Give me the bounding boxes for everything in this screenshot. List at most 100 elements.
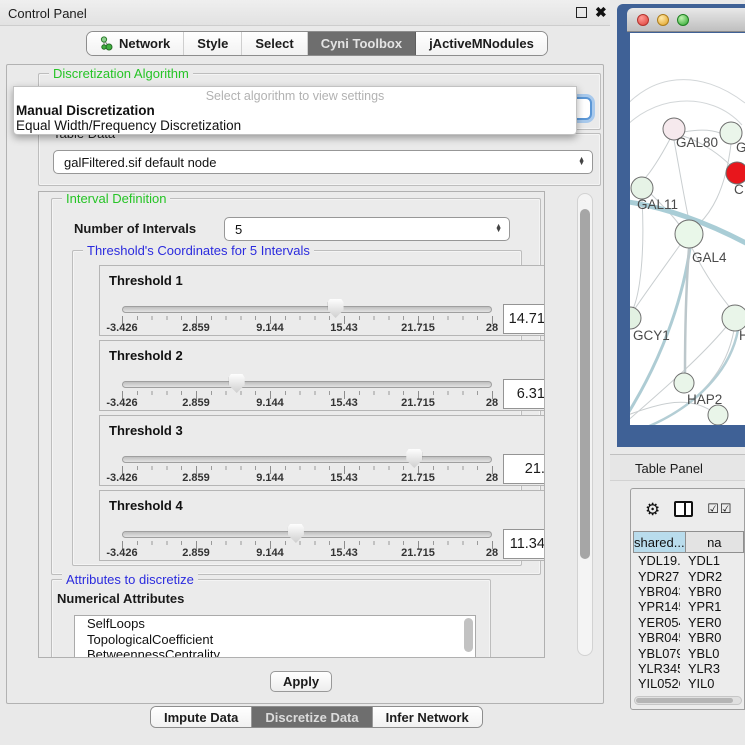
apply-button[interactable]: Apply	[270, 671, 332, 692]
threshold-value-field[interactable]: 6.316	[503, 379, 545, 409]
network-node-hap2[interactable]	[674, 373, 694, 393]
table-cell[interactable]: YER054C	[633, 615, 680, 630]
tab-label: Select	[255, 36, 293, 51]
checkbox-columns-icon[interactable]: ☑☑	[707, 501, 732, 517]
network-canvas[interactable]: GAL80GACGAL11GAL4GCY1HHAP2	[630, 33, 745, 425]
table-header-row: shared...na	[633, 531, 744, 553]
tick-label: 21.715	[401, 472, 435, 484]
table-cell[interactable]: YBR043C	[633, 584, 680, 599]
table-cell[interactable]: YLR3	[680, 661, 744, 676]
tick-label: 21.715	[401, 322, 435, 334]
attributes-list-scrollbar[interactable]	[464, 618, 473, 658]
threshold-panel: Threshold 1-3.4262.8599.14415.4321.71528…	[99, 265, 545, 336]
tab-jactivemnodules[interactable]: jActiveMNodules	[416, 32, 547, 55]
table-cell[interactable]: YPR1	[680, 599, 744, 614]
table-cell[interactable]: YDR27...	[633, 569, 680, 584]
minimize-traffic-light-icon[interactable]	[657, 14, 669, 26]
network-edge[interactable]	[693, 330, 734, 399]
network-node[interactable]	[708, 405, 728, 425]
tick-label: -3.426	[106, 322, 137, 334]
network-edge[interactable]	[684, 130, 720, 133]
table-row[interactable]: YBR045CYBR0	[633, 630, 744, 645]
table-cell[interactable]: YLR345W	[633, 661, 680, 676]
numerical-attributes-list[interactable]: SelfLoopsTopologicalCoefficientBetweenne…	[74, 615, 476, 658]
threshold-value-field[interactable]: 21.4	[503, 454, 545, 484]
table-cell[interactable]: YBR0	[680, 584, 744, 599]
node-label: C	[734, 182, 744, 197]
table-cell[interactable]: YBR0	[680, 630, 744, 645]
table-cell[interactable]: YIL0	[680, 676, 744, 691]
table-cell[interactable]: YBL0	[680, 646, 744, 661]
table-column-header[interactable]: shared...	[633, 531, 685, 553]
network-edge[interactable]	[630, 80, 745, 113]
table-row[interactable]: YIL052CYIL0	[633, 676, 744, 691]
table-row[interactable]: YDL19...YDL1	[633, 553, 744, 568]
threshold-value-field[interactable]: 14.713	[503, 304, 545, 334]
threshold-slider-track[interactable]	[122, 456, 492, 463]
split-columns-icon[interactable]	[674, 501, 693, 517]
table-cell[interactable]: YDL19...	[633, 553, 680, 568]
float-window-icon[interactable]	[576, 7, 587, 18]
table-cell[interactable]: YPR145W	[633, 599, 680, 614]
algorithm-option[interactable]: Equal Width/Frequency Discretization	[14, 118, 576, 133]
network-window-titlebar[interactable]	[627, 8, 745, 32]
table-row[interactable]: YBL079WYBL0	[633, 645, 744, 660]
slider-tick-labels: -3.4262.8599.14415.4321.71528	[122, 547, 492, 559]
table-panel-title: Table Panel	[635, 461, 703, 476]
network-edge[interactable]	[699, 144, 731, 224]
threshold-slider-track[interactable]	[122, 306, 492, 313]
close-icon[interactable]: ✖	[595, 4, 607, 21]
network-node-gcy1[interactable]	[630, 307, 641, 329]
table-cell[interactable]: YIL052C	[633, 676, 680, 691]
threshold-value-field[interactable]: 11.344	[503, 529, 545, 559]
panel-vertical-scrollbar[interactable]	[577, 193, 593, 656]
tab-network[interactable]: Network	[87, 32, 184, 55]
attribute-item[interactable]: TopologicalCoefficient	[75, 632, 475, 648]
bottom-tab-infer-network[interactable]: Infer Network	[373, 707, 482, 727]
attributes-group-title: Attributes to discretize	[62, 572, 198, 587]
threshold-panel: Threshold 2-3.4262.8599.14415.4321.71528…	[99, 340, 545, 411]
table-cell[interactable]: YBL079W	[633, 646, 680, 661]
table-row[interactable]: YDR27...YDR2	[633, 568, 744, 583]
tab-select[interactable]: Select	[242, 32, 307, 55]
table-cell[interactable]: YDR2	[680, 569, 744, 584]
table-row[interactable]: YER054CYER0	[633, 615, 744, 630]
network-node-gal11[interactable]	[631, 177, 653, 199]
node-label: GAL4	[692, 250, 727, 265]
table-column-header[interactable]: na	[685, 531, 744, 553]
network-node-c[interactable]	[726, 162, 745, 184]
table-row[interactable]: YLR345WYLR3	[633, 661, 744, 676]
zoom-traffic-light-icon[interactable]	[677, 14, 689, 26]
threshold-slider-track[interactable]	[122, 531, 492, 538]
table-row[interactable]: YBR043CYBR0	[633, 584, 744, 599]
table-cell[interactable]: YBR045C	[633, 630, 680, 645]
table-horizontal-scrollbar[interactable]	[634, 696, 742, 705]
number-of-intervals-combo[interactable]: 5 ▲▼	[224, 217, 510, 241]
network-edge[interactable]	[634, 245, 680, 310]
tick-label: 15.43	[330, 397, 358, 409]
network-edge[interactable]	[645, 139, 670, 178]
tab-label: Style	[197, 36, 228, 51]
table-panel-titlebar: Table Panel	[610, 454, 745, 481]
algorithm-option[interactable]: Manual Discretization	[14, 103, 576, 118]
table-data-combo[interactable]: galFiltered.sif default node ▲▼	[53, 150, 593, 174]
bottom-tab-discretize-data[interactable]: Discretize Data	[252, 707, 372, 727]
table-row[interactable]: YPR145WYPR1	[633, 599, 744, 614]
bottom-tab-impute-data[interactable]: Impute Data	[151, 707, 252, 727]
network-node-gal4[interactable]	[675, 220, 703, 248]
tab-cyni-toolbox[interactable]: Cyni Toolbox	[308, 32, 416, 55]
gear-icon[interactable]: ⚙	[645, 501, 660, 518]
interval-definition-title: Interval Definition	[62, 191, 170, 206]
tick-label: 9.144	[256, 547, 284, 559]
close-traffic-light-icon[interactable]	[637, 14, 649, 26]
tab-style[interactable]: Style	[184, 32, 242, 55]
attribute-item[interactable]: BetweennessCentrality	[75, 647, 475, 658]
table-cell[interactable]: YER0	[680, 615, 744, 630]
tick-label: 28	[486, 322, 498, 334]
tick-label: 2.859	[182, 472, 210, 484]
network-edge[interactable]	[633, 199, 643, 309]
network-view-window: GAL80GACGAL11GAL4GCY1HHAP2	[617, 4, 745, 447]
threshold-slider-track[interactable]	[122, 381, 492, 388]
table-cell[interactable]: YDL1	[680, 553, 744, 568]
attribute-item[interactable]: SelfLoops	[75, 616, 475, 632]
